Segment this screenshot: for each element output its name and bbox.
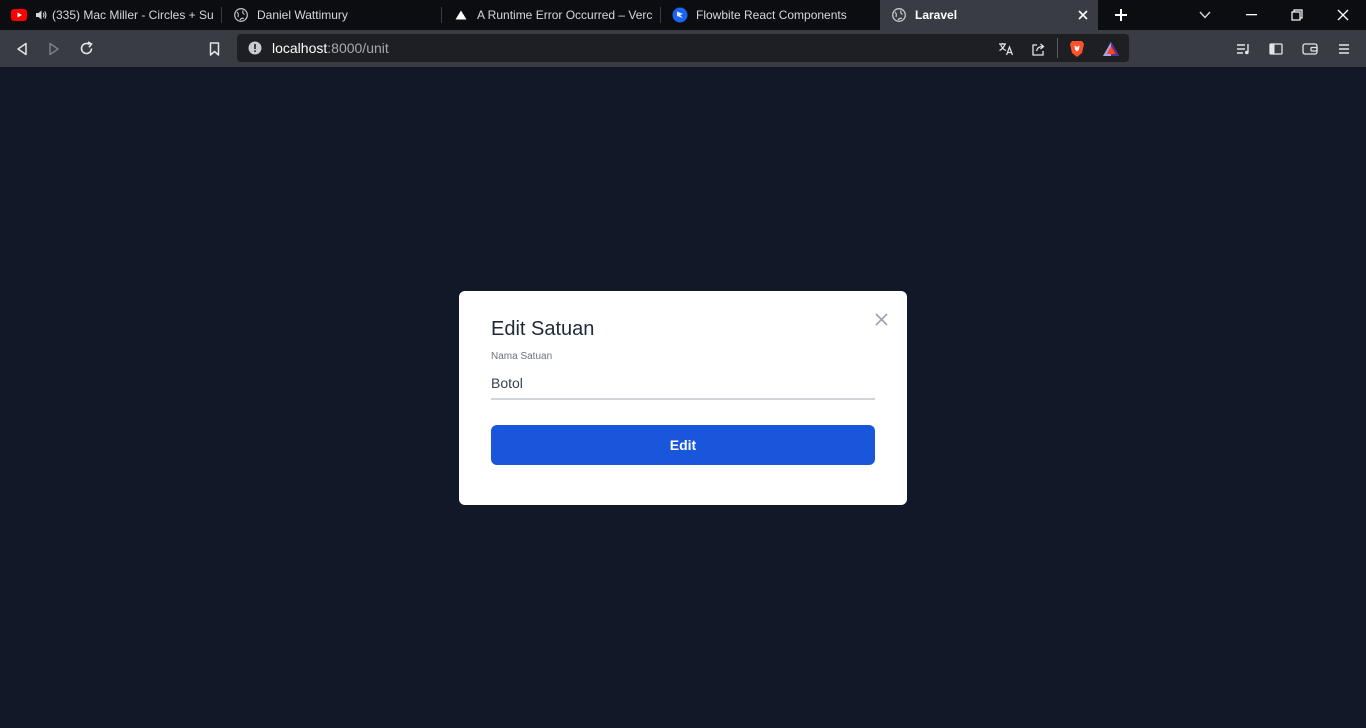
close-tab-icon[interactable] — [1076, 8, 1090, 22]
url-path: :8000/unit — [327, 40, 389, 56]
browser-toolbar: localhost:8000/unit — [0, 30, 1366, 67]
modal-title: Edit Satuan — [491, 318, 595, 340]
bookmark-icon — [209, 41, 219, 56]
globe-icon — [233, 7, 249, 23]
brave-shields-button[interactable] — [1062, 30, 1092, 67]
globe-icon — [891, 7, 907, 23]
vercel-icon — [453, 7, 469, 23]
tab-flowbite[interactable]: Flowbite React Components — [661, 0, 880, 30]
speaker-icon[interactable] — [35, 9, 47, 21]
reload-button[interactable] — [71, 30, 101, 67]
minimize-button[interactable] — [1228, 0, 1274, 30]
flowbite-icon — [672, 7, 688, 23]
tab-title: Flowbite React Components — [696, 8, 847, 22]
forward-arrow-icon — [49, 42, 59, 55]
close-icon — [1337, 9, 1349, 21]
plus-icon — [1115, 9, 1127, 21]
unit-name-label: Nama Satuan — [491, 351, 553, 362]
translate-button[interactable] — [991, 30, 1021, 67]
modal-close-button[interactable] — [872, 310, 890, 328]
hamburger-menu-icon — [1339, 43, 1349, 54]
edit-unit-modal: Edit Satuan Nama Satuan Edit — [459, 291, 907, 505]
back-button[interactable] — [7, 30, 37, 67]
tab-title: Daniel Wattimury — [257, 8, 348, 22]
unit-name-input[interactable] — [491, 367, 875, 400]
rewards-triangle-icon — [1103, 41, 1119, 56]
tab-laravel[interactable]: Laravel — [880, 0, 1098, 30]
toolbar-divider — [1057, 38, 1058, 58]
browser-tab-strip: (335) Mac Miller - Circles + Sur Daniel … — [0, 0, 1366, 30]
forward-button[interactable] — [39, 30, 69, 67]
tab-youtube[interactable]: (335) Mac Miller - Circles + Sur — [0, 0, 222, 30]
site-info-icon[interactable] — [248, 41, 262, 55]
tab-title: Laravel — [915, 8, 958, 22]
tab-daniel-wattimury[interactable]: Daniel Wattimury — [222, 0, 442, 30]
share-button[interactable] — [1023, 30, 1053, 67]
brave-lion-icon — [1070, 40, 1084, 57]
youtube-icon — [11, 7, 27, 23]
restore-button[interactable] — [1274, 0, 1320, 30]
restore-icon — [1291, 9, 1303, 21]
tab-title: A Runtime Error Occurred – Vercel — [477, 8, 653, 22]
menu-button[interactable] — [1329, 30, 1359, 67]
close-window-button[interactable] — [1320, 0, 1366, 30]
tab-vercel[interactable]: A Runtime Error Occurred – Vercel — [442, 0, 661, 30]
tab-search-button[interactable] — [1190, 0, 1220, 30]
playlist-icon — [1236, 43, 1249, 54]
back-arrow-icon — [17, 42, 27, 55]
reload-icon — [80, 41, 93, 55]
brave-rewards-button[interactable] — [1096, 30, 1126, 67]
share-icon — [1031, 43, 1045, 56]
close-icon — [874, 312, 888, 326]
tab-title: (335) Mac Miller - Circles + Sur — [52, 8, 214, 22]
playlist-button[interactable] — [1228, 30, 1258, 67]
edit-submit-button[interactable]: Edit — [491, 425, 875, 465]
wallet-button[interactable] — [1295, 30, 1325, 67]
url-host: localhost — [272, 40, 328, 56]
translate-icon — [999, 42, 1014, 55]
sidebar-icon — [1269, 42, 1283, 55]
wallet-icon — [1302, 43, 1318, 55]
sidebar-button[interactable] — [1261, 30, 1291, 67]
minimize-icon — [1245, 14, 1257, 16]
new-tab-button[interactable] — [1106, 0, 1136, 30]
bookmark-button[interactable] — [199, 30, 229, 67]
chevron-down-icon — [1199, 11, 1211, 19]
